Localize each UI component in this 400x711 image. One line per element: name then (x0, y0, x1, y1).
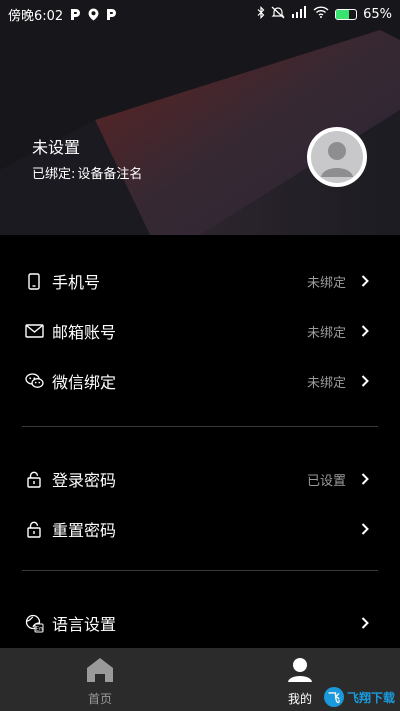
status-time: 傍晚6:02 (8, 8, 64, 24)
setting-label-wechat: 微信绑定 (52, 373, 117, 392)
setting-row-reset-password[interactable]: 重置密码 (0, 505, 400, 553)
chevron-right-icon (360, 324, 370, 338)
setting-row-login-password[interactable]: 登录密码 已设置 (0, 455, 400, 503)
setting-label-phone: 手机号 (52, 273, 101, 292)
p-notification-icon (69, 8, 81, 21)
battery-percent: 65% (363, 6, 392, 22)
phone-icon (24, 271, 44, 291)
wifi-icon (313, 6, 329, 22)
profile-binding: 已绑定: 设备备注名 (32, 163, 142, 182)
avatar-placeholder-icon (311, 131, 363, 183)
chevron-right-icon (360, 616, 370, 630)
setting-label-email: 邮箱账号 (52, 323, 117, 342)
chevron-right-icon (360, 472, 370, 486)
setting-label-language: 语言设置 (52, 615, 117, 634)
nav-label-mine: 我的 (287, 692, 312, 706)
section-divider (22, 426, 378, 427)
chevron-right-icon (360, 522, 370, 536)
setting-label-reset-password: 重置密码 (52, 521, 117, 540)
location-pin-icon (87, 8, 99, 21)
setting-row-language[interactable]: En 语言设置 (0, 599, 400, 647)
nav-tab-home[interactable]: 首页 (0, 648, 200, 711)
mute-icon (271, 6, 285, 23)
setting-row-email[interactable]: 邮箱账号 未绑定 (0, 307, 400, 355)
bluetooth-icon (257, 5, 265, 23)
setting-label-login-password: 登录密码 (52, 471, 117, 490)
p-notification-icon-2 (105, 8, 117, 21)
profile-name[interactable]: 未设置 (32, 134, 80, 158)
language-icon: En (24, 613, 44, 633)
header-background (0, 0, 400, 235)
watermark-logo: 飞 飞翔下载 (324, 685, 396, 709)
svg-text:En: En (35, 625, 43, 632)
lock-icon (24, 519, 44, 539)
nav-label-home: 首页 (87, 692, 112, 706)
section-divider (22, 570, 378, 571)
battery-icon (335, 8, 358, 20)
home-icon (86, 657, 114, 687)
binding-device-name: 设备备注名 (77, 167, 143, 182)
lock-icon (24, 469, 44, 489)
avatar[interactable] (307, 127, 367, 187)
status-bar: 傍晚6:02 65% (0, 0, 400, 28)
my-profile-screen: 未设置 已绑定: 设备备注名 傍晚6:02 65% 手机号 未绑定 邮箱账号 未… (0, 0, 400, 711)
wechat-icon (24, 371, 44, 391)
setting-value-phone: 未绑定 (306, 275, 346, 291)
setting-row-wechat[interactable]: 微信绑定 未绑定 (0, 357, 400, 405)
user-icon (286, 657, 314, 687)
profile-header: 未设置 已绑定: 设备备注名 (0, 0, 400, 235)
setting-row-phone[interactable]: 手机号 未绑定 (0, 257, 400, 305)
setting-value-email: 未绑定 (306, 325, 346, 341)
chevron-right-icon (360, 274, 370, 288)
setting-value-login-password: 已设置 (306, 473, 346, 489)
setting-value-wechat: 未绑定 (306, 375, 346, 391)
binding-prefix: 已绑定: (32, 167, 76, 182)
chevron-right-icon (360, 374, 370, 388)
mail-icon (24, 321, 44, 341)
signal-icon (291, 6, 307, 22)
